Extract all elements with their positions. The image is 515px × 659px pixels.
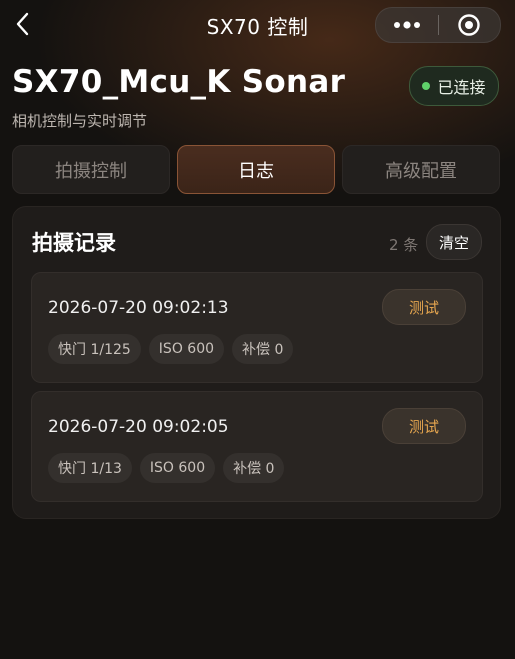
- device-subtitle: 相机控制与实时调节: [12, 112, 148, 130]
- connection-status-badge: 已连接: [409, 66, 499, 106]
- chevron-left-icon: [16, 12, 29, 36]
- test-button[interactable]: 测试: [382, 408, 466, 444]
- panel-title: 拍摄记录: [32, 231, 116, 255]
- more-button[interactable]: [376, 8, 438, 42]
- iso-chip: ISO 600: [148, 334, 225, 364]
- device-name: SX70_Mcu_K Sonar: [12, 64, 346, 100]
- shutter-chip: 快门 1/125: [48, 334, 141, 364]
- back-button[interactable]: [10, 10, 36, 38]
- tab-shooting-control[interactable]: 拍摄控制: [12, 145, 170, 194]
- compensation-chip: 补偿 0: [223, 453, 285, 483]
- record-timestamp: 2026-07-20 09:02:13: [48, 298, 229, 318]
- tab-log[interactable]: 日志: [177, 145, 335, 194]
- mini-program-capsule: [375, 7, 501, 43]
- more-dots-icon: [393, 21, 420, 29]
- compensation-chip: 补偿 0: [232, 334, 294, 364]
- record-timestamp: 2026-07-20 09:02:05: [48, 417, 229, 437]
- clear-button[interactable]: 清空: [426, 224, 482, 260]
- record-params: 快门 1/13 ISO 600 补偿 0: [48, 453, 285, 483]
- status-dot-icon: [422, 82, 431, 90]
- target-icon: [458, 14, 480, 36]
- shutter-chip: 快门 1/13: [48, 453, 132, 483]
- list-item: 2026-07-20 09:02:13 测试 快门 1/125 ISO 600 …: [31, 272, 483, 383]
- nav-bar: SX70 控制: [0, 0, 515, 50]
- iso-chip: ISO 600: [139, 453, 216, 483]
- tab-bar: 拍摄控制 日志 高级配置: [12, 145, 500, 194]
- tab-advanced-config[interactable]: 高级配置: [342, 145, 500, 194]
- test-button[interactable]: 测试: [382, 289, 466, 325]
- record-count: 2 条: [389, 236, 419, 254]
- log-panel: 拍摄记录 2 条 清空 2026-07-20 09:02:13 测试 快门 1/…: [12, 206, 501, 519]
- page-title: SX70 控制: [206, 14, 309, 39]
- list-item: 2026-07-20 09:02:05 测试 快门 1/13 ISO 600 补…: [31, 391, 483, 502]
- record-params: 快门 1/125 ISO 600 补偿 0: [48, 334, 294, 364]
- status-label: 已连接: [437, 78, 486, 97]
- close-capsule-button[interactable]: [439, 8, 501, 42]
